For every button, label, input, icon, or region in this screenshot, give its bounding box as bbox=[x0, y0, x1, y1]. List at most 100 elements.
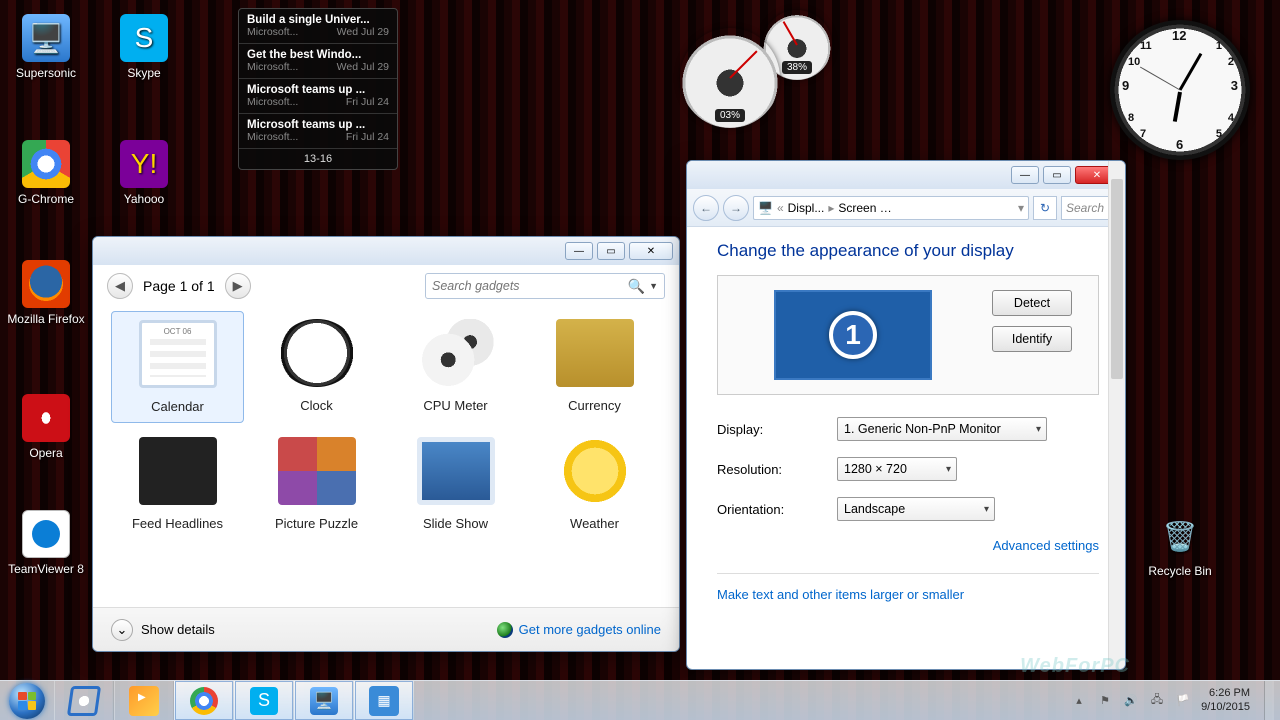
taskbar-wmp[interactable] bbox=[114, 681, 174, 720]
feed-item[interactable]: Microsoft teams up ... Microsoft...Fri J… bbox=[239, 79, 397, 114]
start-button[interactable] bbox=[0, 681, 54, 720]
maximize-button[interactable]: ▭ bbox=[597, 242, 625, 260]
taskbar-ie[interactable] bbox=[54, 681, 114, 720]
detect-button[interactable]: Detect bbox=[992, 290, 1072, 316]
show-details-toggle[interactable]: ⌄ Show details bbox=[111, 619, 215, 641]
gadget-calendar[interactable]: Calendar bbox=[111, 311, 244, 423]
desktop-icon-recyclebin[interactable]: 🗑️ Recycle Bin bbox=[1140, 512, 1220, 578]
feed-source: Microsoft... bbox=[247, 131, 298, 143]
pager-next-button[interactable]: ▶ bbox=[225, 273, 251, 299]
gadget-currency[interactable]: Currency bbox=[528, 311, 661, 423]
identify-button[interactable]: Identify bbox=[992, 326, 1072, 352]
icon-label: Supersonic bbox=[16, 66, 76, 80]
orientation-select[interactable]: Landscape bbox=[837, 497, 995, 521]
feed-next-icon[interactable] bbox=[341, 154, 351, 164]
text-size-link[interactable]: Make text and other items larger or smal… bbox=[717, 587, 964, 602]
taskbar-display[interactable]: 🖥️ bbox=[294, 681, 354, 720]
more-gadgets-link[interactable]: Get more gadgets online bbox=[497, 622, 661, 638]
cpu-meter-gadget[interactable]: 38% 03% bbox=[680, 10, 850, 130]
feed-prev-icon[interactable] bbox=[285, 154, 295, 164]
skype-icon: S bbox=[250, 687, 278, 715]
wmp-icon bbox=[129, 686, 159, 716]
monitor-thumbnail[interactable]: 1 bbox=[774, 290, 932, 380]
breadcrumb-segment[interactable]: Displ... bbox=[788, 201, 825, 215]
gadget-label: Feed Headlines bbox=[132, 516, 223, 531]
gadget-feed-headlines[interactable]: Feed Headlines bbox=[111, 429, 244, 539]
display-select[interactable]: 1. Generic Non-PnP Monitor bbox=[837, 417, 1047, 441]
desktop-icon-yahoo[interactable]: Y! Yahooo bbox=[104, 140, 184, 206]
recyclebin-icon: 🗑️ bbox=[1156, 512, 1204, 560]
ie-icon bbox=[67, 686, 101, 716]
nav-back-button[interactable]: ← bbox=[693, 195, 719, 221]
gadget-slide-show[interactable]: Slide Show bbox=[389, 429, 522, 539]
desktop-icon-opera[interactable]: Opera bbox=[6, 394, 86, 460]
watermark: WebForPC bbox=[1020, 655, 1130, 678]
globe-icon bbox=[497, 622, 513, 638]
teamviewer-icon bbox=[22, 510, 70, 558]
control-panel-icon: 🖥️ bbox=[758, 201, 773, 215]
cpu-meter-icon bbox=[417, 319, 495, 387]
feed-date: Wed Jul 29 bbox=[337, 26, 389, 38]
gadget-label: Slide Show bbox=[423, 516, 488, 531]
show-desktop-button[interactable] bbox=[1264, 681, 1274, 720]
weather-icon bbox=[556, 437, 634, 505]
feed-title: Microsoft teams up ... bbox=[247, 84, 389, 96]
tray-expand-icon[interactable]: ▴ bbox=[1071, 693, 1087, 709]
taskbar-chrome[interactable] bbox=[174, 681, 234, 720]
gadget-weather[interactable]: Weather bbox=[528, 429, 661, 539]
feed-headlines-gadget[interactable]: Build a single Univer... Microsoft... Wed… bbox=[238, 8, 398, 170]
gadgets-search-input[interactable] bbox=[432, 279, 628, 293]
scrollbar-thumb[interactable] bbox=[1111, 179, 1123, 379]
gadget-label: Clock bbox=[300, 398, 333, 413]
display-titlebar[interactable]: — ▭ ✕ bbox=[687, 161, 1125, 189]
gadgets-search[interactable]: 🔍 ▼ bbox=[425, 273, 665, 299]
feed-item[interactable]: Build a single Univer... Microsoft...Wed… bbox=[239, 9, 397, 44]
feed-item[interactable]: Get the best Windo... Microsoft...Wed Ju… bbox=[239, 44, 397, 79]
network-icon[interactable]: 🖧 bbox=[1149, 693, 1165, 709]
desktop-icon-skype[interactable]: S Skype bbox=[104, 14, 184, 80]
desktop-icon-firefox[interactable]: Mozilla Firefox bbox=[6, 260, 86, 326]
address-bar[interactable]: 🖥️ « Displ... ▸ Screen Re... ▾ bbox=[753, 196, 1029, 220]
nav-forward-button[interactable]: → bbox=[723, 195, 749, 221]
desktop-icon-chrome[interactable]: G-Chrome bbox=[6, 140, 86, 206]
taskbar-clock[interactable]: 6:26 PM 9/10/2015 bbox=[1201, 687, 1250, 713]
feed-source: Microsoft... bbox=[247, 96, 298, 108]
gadgets-titlebar[interactable]: — ▭ ✕ bbox=[93, 237, 679, 265]
system-tray: ▴ ⚑ 🔊 🖧 🏳️ 6:26 PM 9/10/2015 bbox=[1071, 681, 1280, 720]
refresh-button[interactable]: ↻ bbox=[1033, 196, 1057, 220]
monitor-number: 1 bbox=[829, 311, 877, 359]
action-center-icon[interactable]: ⚑ bbox=[1097, 693, 1113, 709]
minimize-button[interactable]: — bbox=[1011, 166, 1039, 184]
minimize-button[interactable]: — bbox=[565, 242, 593, 260]
feed-item[interactable]: Microsoft teams up ... Microsoft...Fri J… bbox=[239, 114, 397, 149]
volume-icon[interactable]: 🔊 bbox=[1123, 693, 1139, 709]
feed-title: Build a single Univer... bbox=[247, 14, 389, 26]
close-button[interactable]: ✕ bbox=[629, 242, 673, 260]
more-gadgets-label: Get more gadgets online bbox=[519, 622, 661, 637]
scrollbar[interactable] bbox=[1108, 161, 1125, 669]
gadgets-icon: ▦ bbox=[369, 686, 399, 716]
desktop-icon-supersonic[interactable]: 🖥️ Supersonic bbox=[6, 14, 86, 80]
search-icon[interactable]: 🔍 bbox=[628, 278, 645, 295]
advanced-settings-link[interactable]: Advanced settings bbox=[993, 538, 1099, 553]
taskbar-skype[interactable]: S bbox=[234, 681, 294, 720]
desktop-icon-teamviewer[interactable]: TeamViewer 8 bbox=[6, 510, 86, 576]
firefox-icon bbox=[22, 260, 70, 308]
monitor-icon: 🖥️ bbox=[22, 14, 70, 62]
taskbar-gadgets[interactable]: ▦ bbox=[354, 681, 414, 720]
feed-title: Microsoft teams up ... bbox=[247, 119, 389, 131]
gadget-label: CPU Meter bbox=[423, 398, 487, 413]
flag-icon[interactable]: 🏳️ bbox=[1175, 693, 1191, 709]
gadget-clock[interactable]: Clock bbox=[250, 311, 383, 423]
icon-label: TeamViewer 8 bbox=[8, 562, 84, 576]
calendar-icon bbox=[139, 320, 217, 388]
search-dropdown-icon[interactable]: ▼ bbox=[649, 281, 658, 291]
pager-prev-button[interactable]: ◀ bbox=[107, 273, 133, 299]
feed-pager[interactable]: 13-16 bbox=[239, 149, 397, 169]
breadcrumb-segment[interactable]: Screen Re... bbox=[838, 201, 898, 215]
gadget-picture-puzzle[interactable]: Picture Puzzle bbox=[250, 429, 383, 539]
clock-gadget[interactable]: 12 3 6 9 1 2 4 5 7 8 10 11 bbox=[1110, 20, 1250, 160]
gadget-cpu-meter[interactable]: CPU Meter bbox=[389, 311, 522, 423]
resolution-select[interactable]: 1280 × 720 bbox=[837, 457, 957, 481]
maximize-button[interactable]: ▭ bbox=[1043, 166, 1071, 184]
